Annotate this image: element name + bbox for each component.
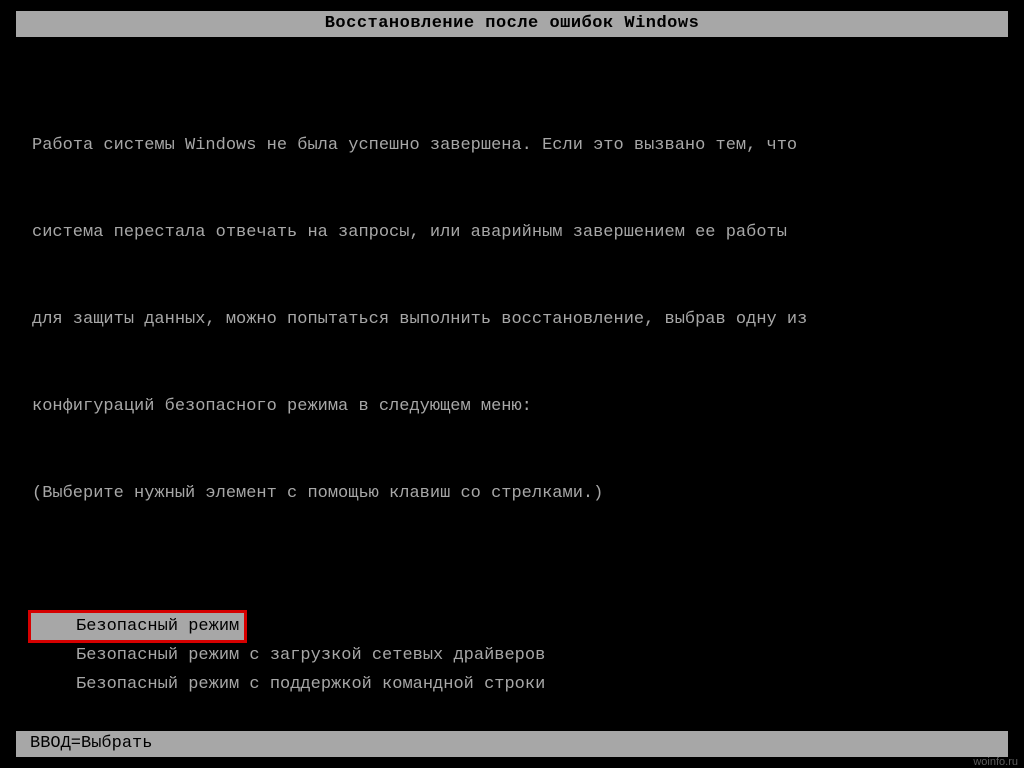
error-message-line: система перестала отвечать на запросы, и… <box>32 218 992 247</box>
error-message-line: для защиты данных, можно попытаться выпо… <box>32 305 992 334</box>
watermark: woinfo.ru <box>973 756 1018 768</box>
footer-bar: ВВОД=Выбрать <box>16 731 1008 757</box>
footer-enter-hint: ВВОД=Выбрать <box>30 734 152 753</box>
header-bar: Восстановление после ошибок Windows <box>16 11 1008 37</box>
menu-item-safe-mode[interactable]: Безопасный режим <box>30 612 245 641</box>
menu-item-safe-mode-networking[interactable]: Безопасный режим с загрузкой сетевых дра… <box>32 641 992 670</box>
menu-item-safe-mode-cmd[interactable]: Безопасный режим с поддержкой командной … <box>32 670 992 699</box>
header-title: Восстановление после ошибок Windows <box>325 14 700 33</box>
navigation-hint: (Выберите нужный элемент с помощью клави… <box>32 479 992 508</box>
error-message-line: конфигураций безопасного режима в следую… <box>32 392 992 421</box>
menu-separator <box>32 699 992 728</box>
error-message-line: Работа системы Windows не была успешно з… <box>32 131 992 160</box>
body-area: Работа системы Windows не была успешно з… <box>32 73 992 768</box>
error-message: Работа системы Windows не была успешно з… <box>32 73 992 566</box>
